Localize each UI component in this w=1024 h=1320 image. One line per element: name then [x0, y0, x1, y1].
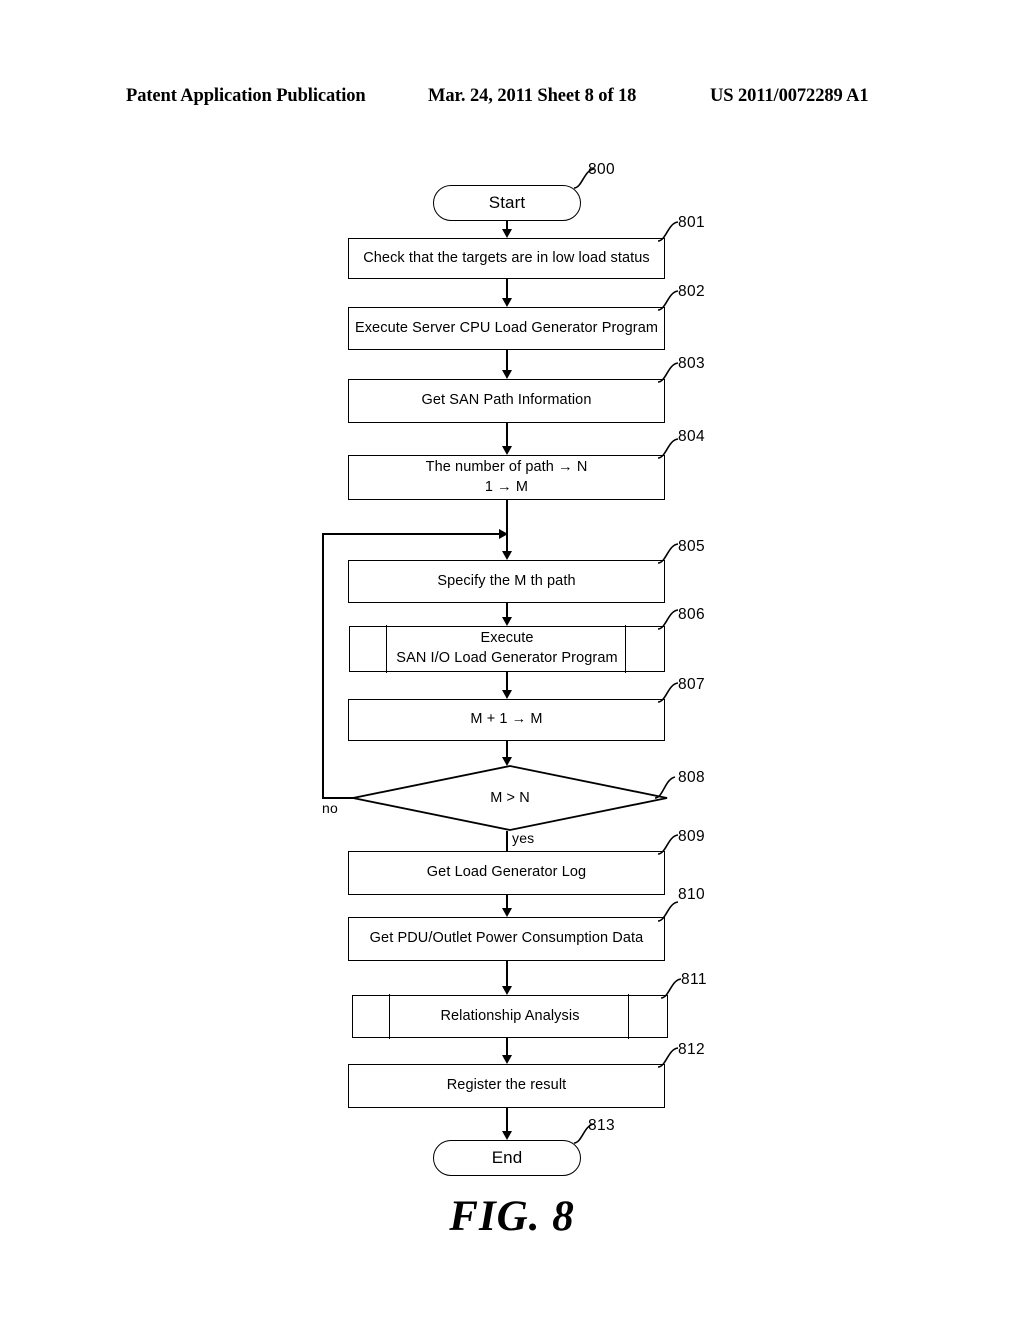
flow-node-804-label: The number of path → N 1 → M — [426, 458, 588, 497]
connector-807-808 — [506, 741, 508, 757]
header-patent-number: US 2011/0072289 A1 — [710, 86, 869, 106]
branch-label-no: no — [322, 800, 338, 816]
flow-node-805-label: Specify the M th path — [437, 572, 576, 589]
ref-numeral-800: 800 — [588, 161, 616, 178]
flow-node-804: The number of path → N 1 → M — [348, 455, 665, 500]
predefined-process-left-bar-811 — [389, 994, 390, 1039]
arrowhead-804 — [501, 446, 512, 455]
flow-node-806-line2: SAN I/O Load Generator Program — [396, 650, 618, 666]
ref-numeral-809: 809 — [678, 828, 706, 845]
ref-numeral-801: 801 — [678, 214, 706, 231]
arrowhead-810 — [501, 908, 512, 917]
arrowhead-811 — [501, 986, 512, 995]
flow-node-802: Execute Server CPU Load Generator Progra… — [348, 307, 665, 350]
arrowhead-812 — [501, 1055, 512, 1064]
flow-node-end-label: End — [491, 1147, 523, 1167]
ref-numeral-807: 807 — [678, 676, 706, 693]
arrowhead-805 — [501, 551, 512, 560]
ref-numeral-808: 808 — [678, 769, 706, 786]
flow-node-807-label: M + 1 → M — [470, 711, 543, 728]
flow-node-start-label: Start — [488, 192, 526, 212]
ref-numeral-806: 806 — [678, 606, 706, 623]
connector-809-810 — [506, 895, 508, 908]
flow-node-804-line1: The number of path → N — [425, 458, 588, 475]
flow-node-808-decision: M > N — [352, 765, 668, 831]
flow-node-start: Start — [433, 185, 581, 221]
flow-node-809: Get Load Generator Log — [348, 851, 665, 895]
flow-node-804-line2: 1 → M — [484, 478, 529, 495]
connector-801-802 — [506, 279, 508, 298]
flow-node-803-label: Get SAN Path Information — [421, 392, 592, 409]
flow-node-806: Execute SAN I/O Load Generator Program — [349, 625, 665, 673]
connector-804-805 — [506, 500, 508, 551]
header-publication-title: Patent Application Publication — [126, 86, 366, 106]
flow-node-812-label: Register the result — [446, 1077, 567, 1094]
flow-node-808-label: M > N — [490, 790, 530, 806]
arrowhead-end — [501, 1131, 512, 1140]
arrowhead-801 — [501, 229, 512, 238]
ref-numeral-811: 811 — [681, 971, 707, 988]
connector-812-end — [506, 1108, 508, 1131]
ref-numeral-805: 805 — [678, 538, 706, 555]
connector-805-806 — [506, 603, 508, 617]
predefined-process-right-bar-806 — [625, 625, 626, 673]
patent-drawing-page: Patent Application Publication Mar. 24, … — [0, 0, 1024, 1320]
loopback-segment-from-diamond — [322, 797, 354, 799]
flow-node-801-label: Check that the targets are in low load s… — [363, 249, 650, 266]
header-date-sheet: Mar. 24, 2011 Sheet 8 of 18 — [428, 86, 637, 106]
flow-node-803: Get SAN Path Information — [348, 379, 665, 423]
predefined-process-left-bar-806 — [386, 625, 387, 673]
ref-numeral-813: 813 — [588, 1117, 616, 1134]
arrowhead-loopback — [499, 528, 508, 539]
connector-802-803 — [506, 350, 508, 370]
connector-806-807 — [506, 672, 508, 690]
arrowhead-802 — [501, 298, 512, 307]
ref-numeral-812: 812 — [678, 1041, 706, 1058]
arrowhead-803 — [501, 370, 512, 379]
flow-node-811: Relationship Analysis — [352, 994, 668, 1039]
arrowhead-807 — [501, 690, 512, 699]
figure-caption: FIG. 8 — [449, 1193, 575, 1240]
connector-811-812 — [506, 1038, 508, 1055]
connector-803-804 — [506, 423, 508, 446]
loopback-segment-to-main — [322, 533, 502, 535]
arrowhead-806 — [501, 617, 512, 626]
connector-808-yes-809 — [506, 831, 508, 851]
flow-node-811-label: Relationship Analysis — [440, 1007, 580, 1024]
ref-numeral-802: 802 — [678, 283, 706, 300]
connector-810-811 — [506, 961, 508, 986]
branch-label-yes: yes — [512, 830, 535, 846]
flow-node-806-line1: Execute — [480, 630, 534, 647]
flow-node-809-label: Get Load Generator Log — [426, 864, 587, 881]
predefined-process-right-bar-811 — [628, 994, 629, 1039]
flow-node-807: M + 1 → M — [348, 699, 665, 741]
flow-node-806-label: Execute SAN I/O Load Generator Program — [396, 629, 617, 668]
flow-node-810-label: Get PDU/Outlet Power Consumption Data — [369, 930, 644, 947]
flow-node-end: End — [433, 1140, 581, 1176]
page-header: Patent Application Publication Mar. 24, … — [0, 86, 1024, 112]
flow-node-805: Specify the M th path — [348, 560, 665, 603]
arrowhead-808 — [501, 757, 512, 766]
ref-numeral-803: 803 — [678, 355, 706, 372]
flow-node-810: Get PDU/Outlet Power Consumption Data — [348, 917, 665, 961]
flow-node-801: Check that the targets are in low load s… — [348, 238, 665, 279]
loopback-segment-vertical — [322, 533, 324, 798]
flow-node-812: Register the result — [348, 1064, 665, 1108]
ref-numeral-810: 810 — [678, 886, 706, 903]
ref-numeral-804: 804 — [678, 428, 706, 445]
flow-node-802-label: Execute Server CPU Load Generator Progra… — [354, 319, 659, 336]
